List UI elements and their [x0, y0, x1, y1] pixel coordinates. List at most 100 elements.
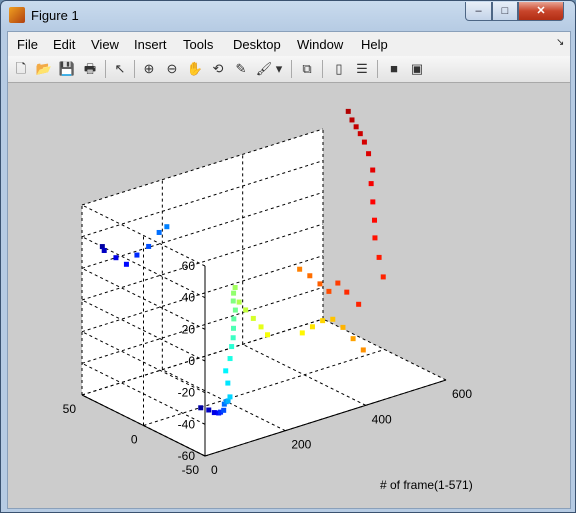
- scatter-point: [307, 273, 313, 279]
- z-tick-label: -20: [178, 386, 196, 400]
- rotate-3d-icon[interactable]: ⟲: [209, 60, 227, 78]
- minimize-button[interactable]: –: [465, 2, 492, 21]
- scatter-point: [230, 298, 236, 304]
- brush-icon[interactable]: 🖌: [255, 60, 273, 78]
- colorbar-icon[interactable]: ▯: [330, 60, 348, 78]
- open-file-icon[interactable]: 📂: [35, 60, 53, 78]
- scatter-point: [265, 332, 271, 338]
- scatter-point: [206, 407, 212, 413]
- matlab-logo-icon: [9, 7, 25, 23]
- scatter-point: [366, 151, 372, 157]
- y-tick-label: -50: [182, 463, 200, 477]
- toolbar-separator: [377, 60, 378, 78]
- edit-plot-arrow-icon[interactable]: ↖: [111, 60, 129, 78]
- scatter-point: [335, 280, 341, 286]
- scatter-point: [353, 124, 359, 130]
- scatter-point: [349, 117, 355, 123]
- z-tick-label: -60: [178, 449, 196, 463]
- x-tick-label: 200: [291, 438, 311, 452]
- scatter-point: [360, 347, 366, 353]
- link-plot-icon[interactable]: ⧉: [298, 60, 316, 78]
- scatter-point: [350, 336, 356, 342]
- save-icon[interactable]: 💾: [58, 60, 76, 78]
- scatter-point: [231, 290, 237, 296]
- scatter-point: [372, 217, 378, 223]
- scatter-point: [243, 307, 249, 313]
- z-tick-label: 40: [182, 291, 196, 305]
- menu-window[interactable]: Window: [297, 37, 343, 52]
- zoom-out-icon[interactable]: ⊖: [163, 60, 181, 78]
- menu-help[interactable]: Help: [361, 37, 388, 52]
- hide-plot-tools-icon[interactable]: ■: [385, 60, 403, 78]
- pan-hand-icon[interactable]: ✋: [186, 60, 204, 78]
- y-tick-label: 50: [63, 402, 77, 416]
- new-figure-icon[interactable]: 🗋: [12, 60, 30, 78]
- toolbar-separator: [291, 60, 292, 78]
- x-tick-label: 400: [372, 412, 392, 426]
- x-axis-label: # of frame(1-571): [380, 478, 473, 492]
- scatter-point: [123, 261, 129, 267]
- scatter-point: [297, 266, 303, 272]
- scatter-point: [340, 324, 346, 330]
- scatter-point: [221, 407, 227, 413]
- maximize-button[interactable]: □: [492, 2, 518, 21]
- title-bar[interactable]: Figure 1 – □ ✕: [1, 1, 575, 31]
- scatter-point: [372, 235, 378, 241]
- legend-icon[interactable]: ☰: [353, 60, 371, 78]
- axes-grid: [81, 128, 447, 457]
- scatter-point: [211, 410, 217, 416]
- scatter-point: [156, 229, 162, 235]
- toolbar-separator: [134, 60, 135, 78]
- scatter-point: [309, 324, 315, 330]
- menu-edit[interactable]: Edit: [53, 37, 75, 52]
- scatter-point: [232, 285, 238, 290]
- data-cursor-icon[interactable]: ✎: [232, 60, 250, 78]
- scatter-point: [230, 335, 236, 341]
- close-button[interactable]: ✕: [518, 2, 564, 21]
- scatter-point: [356, 301, 362, 307]
- y-tick-label: 0: [131, 433, 138, 447]
- scatter-point: [326, 288, 332, 294]
- figure-toolbar: 🗋 📂 💾 🖶 ↖ ⊕ ⊖ ✋ ⟲ ✎ 🖌 ▾ ⧉ ▯ ☰ ■ ▣: [8, 56, 570, 83]
- scatter-point: [113, 255, 119, 261]
- scatter-point: [370, 167, 376, 173]
- plot-axes[interactable]: -60 -40 -20 0 20 40 60 -50 0 50 0 200 400 600 # of fr…: [8, 83, 570, 508]
- dock-arrow-icon[interactable]: ↘: [556, 37, 564, 48]
- menu-desktop[interactable]: Desktop: [233, 37, 281, 52]
- x-tick-label: 600: [452, 387, 472, 401]
- menu-file[interactable]: File: [17, 37, 38, 52]
- scatter-point: [227, 394, 233, 400]
- scatter-point: [101, 247, 107, 253]
- menu-bar: File Edit View Insert Tools Desktop Wind…: [8, 32, 570, 56]
- menu-insert[interactable]: Insert: [134, 37, 167, 52]
- menu-view[interactable]: View: [91, 37, 119, 52]
- scatter-point: [225, 380, 231, 386]
- scatter-point: [236, 299, 242, 305]
- scatter-point: [232, 307, 238, 313]
- z-tick-label: 20: [182, 322, 196, 336]
- scatter-point: [164, 224, 170, 230]
- scatter-point: [317, 281, 323, 287]
- scatter-point: [376, 254, 382, 260]
- scatter-point: [370, 199, 376, 205]
- figure-window: Figure 1 – □ ✕ File Edit View Insert Too…: [0, 0, 576, 513]
- x-tick-label: 0: [211, 463, 218, 477]
- brush-dropdown-icon[interactable]: ▾: [274, 60, 284, 78]
- z-tick-label: 0: [188, 354, 195, 368]
- scatter-point: [380, 274, 386, 280]
- scatter-point: [231, 325, 236, 331]
- scatter-point: [299, 330, 305, 336]
- scatter-point: [357, 131, 363, 137]
- window-title: Figure 1: [31, 8, 79, 23]
- scatter-point: [368, 181, 374, 187]
- menu-tools[interactable]: Tools: [183, 37, 213, 52]
- scatter-point: [258, 324, 264, 330]
- scatter-point: [146, 243, 152, 249]
- show-plot-tools-icon[interactable]: ▣: [408, 60, 426, 78]
- print-icon[interactable]: 🖶: [81, 60, 99, 78]
- figure-client-area: File Edit View Insert Tools Desktop Wind…: [7, 31, 571, 509]
- scatter-point: [223, 368, 229, 374]
- scatter-point: [227, 356, 233, 362]
- z-tick-label: -40: [178, 417, 196, 431]
- zoom-in-icon[interactable]: ⊕: [140, 60, 158, 78]
